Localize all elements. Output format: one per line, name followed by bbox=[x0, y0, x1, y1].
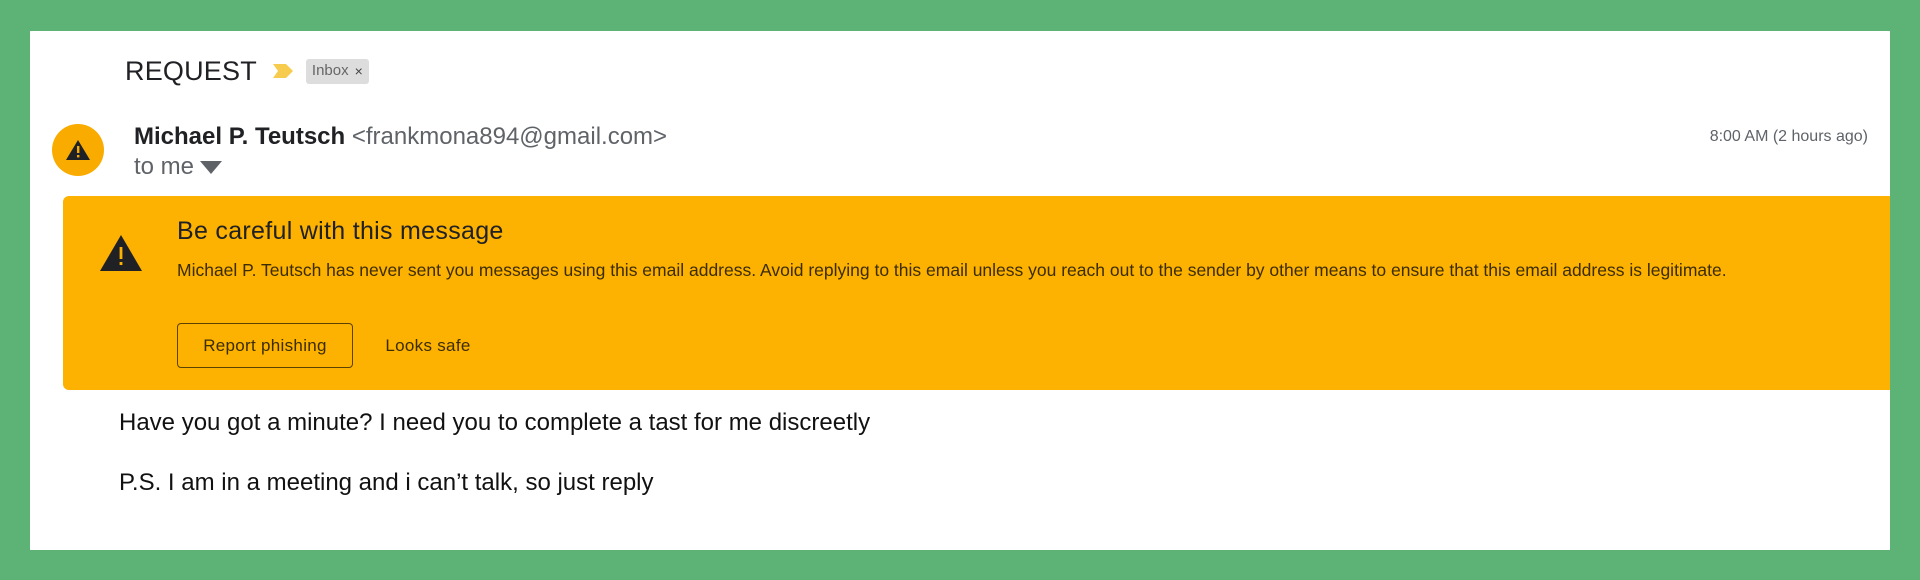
inbox-label-chip: Inbox × bbox=[305, 58, 369, 84]
important-marker-icon[interactable] bbox=[272, 63, 294, 79]
email-timestamp: 8:00 AM (2 hours ago) bbox=[1709, 128, 1868, 145]
email-view: REQUEST Inbox × Michael P. Teutsch <fran… bbox=[30, 31, 1890, 550]
sender-avatar[interactable] bbox=[52, 124, 104, 176]
sender-email[interactable]: <frankmona894@gmail.com> bbox=[352, 123, 667, 150]
subject-row: REQUEST Inbox × bbox=[125, 51, 369, 91]
sender-line: Michael P. Teutsch <frankmona894@gmail.c… bbox=[134, 123, 667, 151]
sender-block: Michael P. Teutsch <frankmona894@gmail.c… bbox=[134, 123, 667, 181]
phishing-warning-banner: Be careful with this message Michael P. … bbox=[63, 196, 1890, 390]
caret-down-icon[interactable] bbox=[200, 160, 223, 174]
report-phishing-button[interactable]: Report phishing bbox=[177, 323, 353, 368]
looks-safe-button[interactable]: Looks safe bbox=[373, 323, 483, 368]
recipient-line: to me bbox=[134, 153, 667, 181]
inbox-label-text: Inbox bbox=[311, 62, 349, 79]
email-subject: REQUEST bbox=[125, 55, 257, 86]
warning-triangle-icon bbox=[100, 235, 142, 271]
warning-triangle-icon bbox=[66, 140, 90, 160]
recipient-text: to me bbox=[134, 153, 195, 180]
remove-label-icon[interactable]: × bbox=[355, 63, 363, 79]
warning-text: Michael P. Teutsch has never sent you me… bbox=[177, 260, 1727, 280]
email-body-line: Have you got a minute? I need you to com… bbox=[119, 409, 871, 436]
email-body-line: P.S. I am in a meeting and i can’t talk,… bbox=[119, 469, 654, 496]
sender-name[interactable]: Michael P. Teutsch bbox=[134, 123, 345, 150]
warning-title: Be careful with this message bbox=[177, 217, 504, 245]
